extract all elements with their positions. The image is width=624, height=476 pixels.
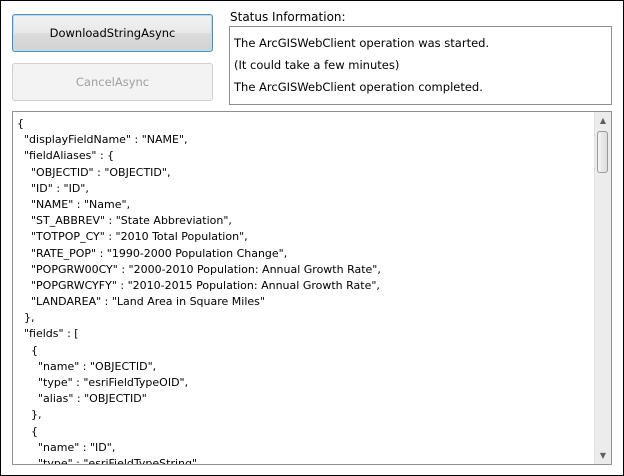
json-line: "OBJECTID" : "OBJECTID", [17, 165, 171, 179]
json-line: "name" : "ID", [17, 440, 116, 454]
json-line: "type" : "esriFieldTypeOID", [17, 376, 189, 389]
json-line: "TOTPOP_CY" : "2010 Total Population", [17, 230, 248, 244]
json-output-content: { "displayFieldName" : "NAME", "fieldAli… [17, 116, 591, 464]
vertical-scrollbar[interactable]: ▲ ▼ [594, 112, 611, 464]
status-line: The ArcGISWebClient operation was starte… [234, 36, 490, 50]
cancel-async-button: CancelAsync [12, 63, 213, 101]
json-output-textbox[interactable]: { "displayFieldName" : "NAME", "fieldAli… [12, 111, 612, 465]
json-line: "NAME" : "Name", [17, 197, 131, 211]
scroll-down-icon[interactable]: ▼ [595, 447, 611, 464]
json-line: "name" : "OBJECTID", [17, 359, 157, 373]
json-line: "RATE_POP" : "1990-2000 Population Chang… [17, 246, 288, 260]
status-line: (It could take a few minutes) [234, 58, 400, 72]
json-line: { [17, 424, 38, 438]
scrollbar-thumb[interactable] [597, 131, 608, 173]
json-line: "LANDAREA" : "Land Area in Square Miles" [17, 295, 265, 309]
json-line: "ID" : "ID", [17, 181, 89, 195]
json-line: { [17, 343, 38, 357]
scroll-up-icon[interactable]: ▲ [595, 112, 611, 129]
download-string-async-button[interactable]: DownloadStringAsync [12, 14, 213, 52]
json-line: { [17, 117, 24, 130]
json-line: }, [17, 408, 42, 422]
json-line: }, [17, 311, 35, 325]
json-line: "fields" : [ [17, 327, 79, 341]
json-line: "fieldAliases" : { [17, 149, 115, 163]
json-line: "POPGRWCYFY" : "2010-2015 Population: An… [17, 278, 380, 292]
status-line: The ArcGISWebClient operation completed. [234, 80, 483, 94]
json-line: "displayFieldName" : "NAME", [17, 133, 188, 147]
status-information-box: The ArcGISWebClient operation was starte… [229, 26, 612, 105]
json-line: "type" : "esriFieldTypeString", [17, 456, 201, 464]
json-line: "alias" : "OBJECTID" [17, 392, 147, 406]
json-line: "POPGRW00CY" : "2000-2010 Population: An… [17, 262, 381, 276]
json-line: "ST_ABBREV" : "State Abbreviation", [17, 214, 232, 228]
status-information-label: Status Information: [230, 10, 346, 24]
